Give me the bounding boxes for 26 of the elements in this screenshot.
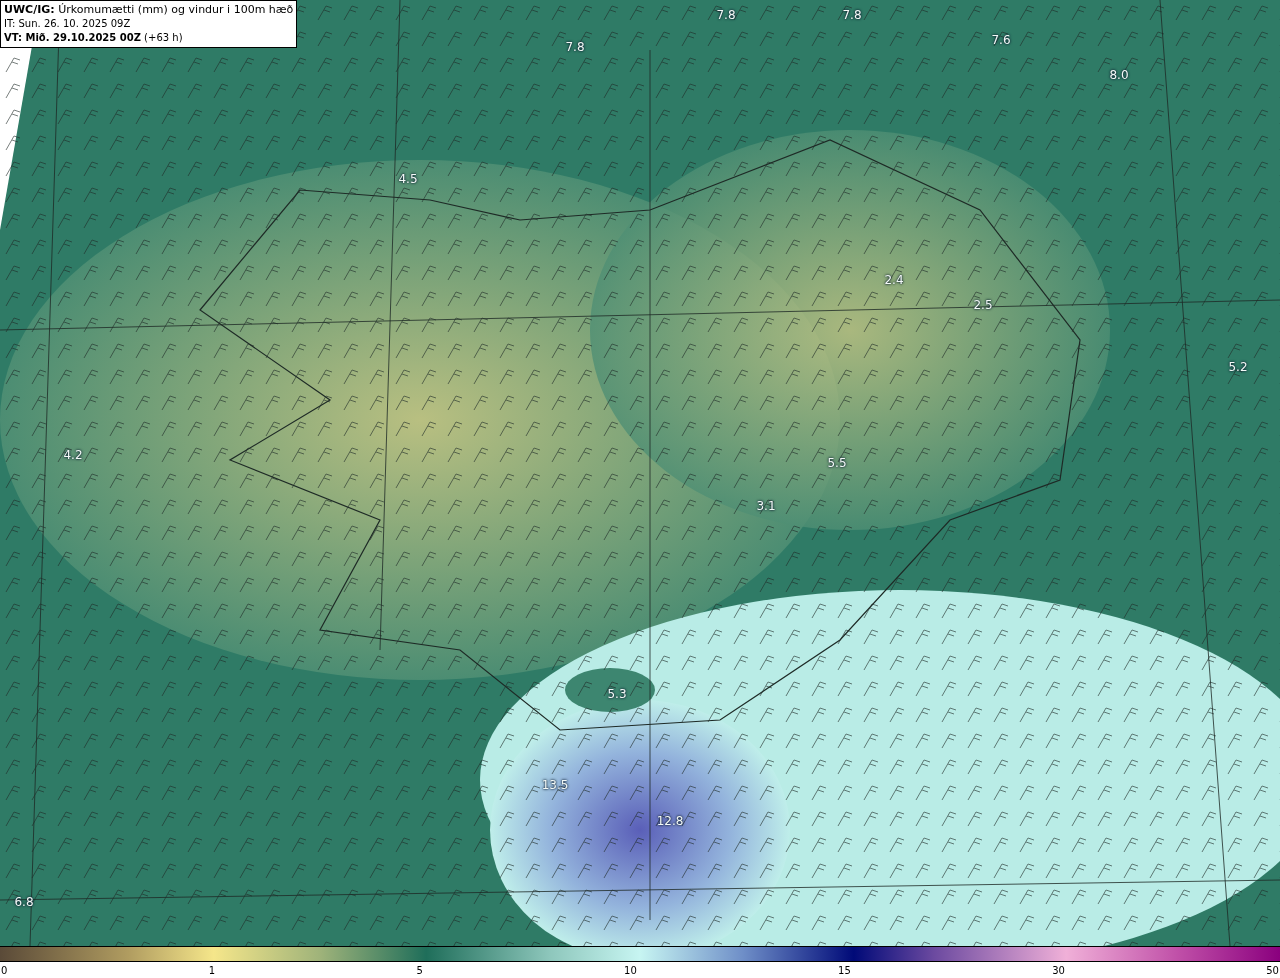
map-value-label: 7.8 bbox=[842, 8, 862, 22]
map-value-label: 2.5 bbox=[973, 298, 993, 312]
scale-tick-label: 50 bbox=[1266, 964, 1279, 976]
title-text: VT: Mið. 29.10.2025 00Z (+63 h) bbox=[4, 31, 184, 45]
map-value-label: 5.5 bbox=[827, 456, 847, 470]
map-value-label: 2.4 bbox=[884, 273, 904, 287]
title-text: UWC/IG: Úrkomumætti (mm) og vindur i 100m hæð bbox=[4, 3, 294, 17]
map-value-label: 4.5 bbox=[398, 172, 418, 186]
map-value-label: 7.8 bbox=[716, 8, 736, 22]
map-value-label: 6.8 bbox=[14, 895, 34, 909]
scale-tick-label: 0 bbox=[1, 964, 8, 976]
map-value-label: 8.0 bbox=[1109, 68, 1129, 82]
title-text: IT: Sun. 26. 10. 2025 09Z bbox=[4, 17, 132, 31]
map-value-label: 5.2 bbox=[1228, 360, 1248, 374]
map-value-label: 3.1 bbox=[756, 499, 776, 513]
map-value-label: 4.2 bbox=[63, 448, 83, 462]
map-value-label: 7.8 bbox=[565, 40, 585, 54]
scale-tick-label: 10 bbox=[624, 964, 637, 976]
scale-tick-label: 15 bbox=[838, 964, 851, 976]
map-value-label: 7.6 bbox=[991, 33, 1011, 47]
map-value-label: 12.8 bbox=[656, 814, 684, 828]
map-value-label: 13.5 bbox=[541, 778, 569, 792]
scale-tick-label: 1 bbox=[208, 964, 216, 976]
map-value-label: 5.3 bbox=[607, 687, 627, 701]
scale-tick-label: 5 bbox=[416, 964, 423, 976]
scale-tick-label: 30 bbox=[1052, 964, 1065, 976]
